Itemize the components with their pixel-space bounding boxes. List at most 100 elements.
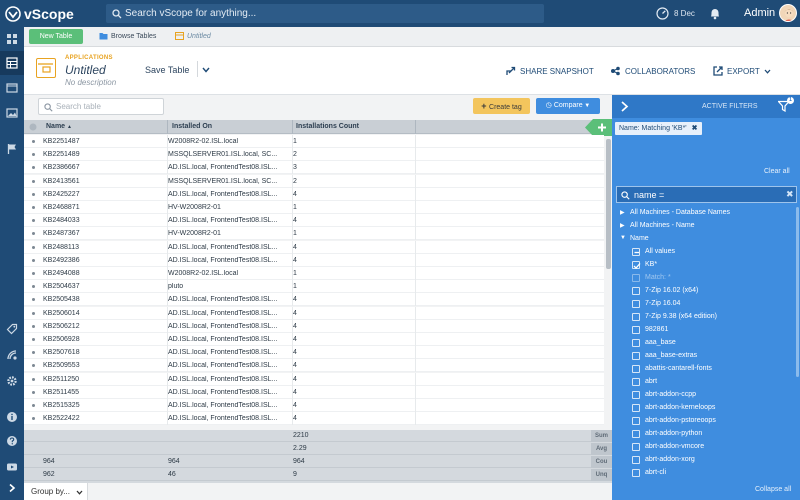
avatar[interactable]	[779, 4, 797, 22]
create-tag-button[interactable]: + Create tag	[473, 98, 530, 114]
filter-option[interactable]: abrt-addon-pstoreoops	[612, 415, 800, 428]
row-select-icon[interactable]	[32, 364, 35, 368]
filter-option[interactable]: abrt-addon-python	[612, 428, 800, 441]
table-row[interactable]: KB2522422 AD.ISL.local, FrontendTest08.IS…	[24, 412, 604, 426]
column-divider[interactable]	[292, 120, 293, 134]
checkbox[interactable]	[632, 456, 640, 464]
export-button[interactable]: EXPORT	[713, 66, 771, 76]
table-scrollbar[interactable]	[606, 139, 611, 269]
column-header-installed-on[interactable]: Installed On	[172, 123, 212, 130]
checkbox[interactable]	[632, 287, 640, 295]
filter-option[interactable]: KB*	[612, 259, 800, 272]
add-column-button[interactable]	[585, 119, 612, 136]
user-name[interactable]: Admin	[744, 7, 775, 19]
checkbox[interactable]	[632, 404, 640, 412]
aggregate-label[interactable]: Avg	[591, 443, 612, 455]
sidebar-item-tags[interactable]	[0, 317, 24, 341]
checkbox[interactable]	[632, 378, 640, 386]
page-title[interactable]: Untitled	[65, 63, 106, 77]
filter-group[interactable]: ▶ All Machines - Name	[612, 220, 800, 233]
row-select-icon[interactable]	[32, 311, 35, 315]
select-all-checkbox[interactable]	[29, 123, 37, 131]
table-row[interactable]: KB2251489 MSSQLSERVER01.ISL.local, SC... 2	[24, 148, 604, 162]
filter-option[interactable]: 982861	[612, 324, 800, 337]
filter-option[interactable]: abattis-cantarell-fonts	[612, 363, 800, 376]
row-select-icon[interactable]	[32, 166, 35, 170]
checkbox[interactable]	[632, 469, 640, 477]
aggregate-label[interactable]: Sum	[591, 430, 612, 442]
filter-option[interactable]: Match: *	[612, 272, 800, 285]
sidebar-item-flags[interactable]	[0, 137, 24, 161]
column-divider[interactable]	[167, 120, 168, 134]
checkbox[interactable]	[632, 430, 640, 438]
sidebar-item-tables[interactable]	[0, 51, 24, 75]
table-row[interactable]: KB2506928 AD.ISL.local, FrontendTest08.IS…	[24, 333, 604, 346]
checkbox[interactable]	[632, 274, 640, 282]
global-search-input[interactable]: Search vScope for anything...	[106, 4, 544, 23]
sidebar-item-settings[interactable]	[0, 369, 24, 393]
table-row[interactable]: KB2425227 AD.ISL.local, FrontendTest08.IS…	[24, 187, 604, 201]
checkbox[interactable]	[632, 417, 640, 425]
sidebar-item-dashboards[interactable]	[0, 27, 24, 51]
active-filter-chip[interactable]: Name: Matching 'KB*' ✖	[615, 122, 702, 135]
table-row[interactable]: KB2488113 AD.ISL.local, FrontendTest08.IS…	[24, 240, 604, 254]
collaborators-button[interactable]: COLLABORATORS	[610, 66, 695, 76]
table-row[interactable]: KB2487367 HV-W2008R2-01 1	[24, 227, 604, 241]
tab-browse-tables[interactable]: Browse Tables	[99, 32, 156, 40]
sidebar-expand-button[interactable]	[0, 476, 24, 500]
sidebar-item-info[interactable]	[0, 405, 24, 429]
row-select-icon[interactable]	[32, 324, 35, 328]
filter-option[interactable]: All values	[612, 246, 800, 259]
filter-group[interactable]: ▼ Name	[612, 233, 800, 246]
checkbox[interactable]	[632, 391, 640, 399]
row-select-icon[interactable]	[32, 192, 35, 196]
checkbox[interactable]	[632, 300, 640, 308]
new-table-button[interactable]: New Table	[29, 29, 83, 44]
table-row[interactable]: KB2505438 AD.ISL.local, FrontendTest08.IS…	[24, 293, 604, 307]
aggregate-label[interactable]: Cou	[591, 456, 612, 468]
filter-option[interactable]: abrt-cli	[612, 467, 800, 480]
row-select-icon[interactable]	[32, 232, 35, 236]
page-description[interactable]: No description	[65, 78, 116, 87]
checkbox[interactable]	[632, 352, 640, 360]
gauge-icon[interactable]	[656, 7, 669, 20]
row-select-icon[interactable]	[32, 153, 35, 157]
sidebar-item-discovery[interactable]	[0, 343, 24, 367]
checkbox[interactable]	[632, 339, 640, 347]
table-row[interactable]: KB2506212 AD.ISL.local, FrontendTest08.IS…	[24, 319, 604, 333]
table-row[interactable]: KB2251487 W2008R2-02.ISL.local 1	[24, 135, 604, 148]
save-table-button[interactable]: Save Table	[145, 65, 189, 75]
table-row[interactable]: KB2509553 AD.ISL.local, FrontendTest08.IS…	[24, 359, 604, 373]
chevron-down-icon[interactable]	[202, 67, 210, 73]
table-row[interactable]: KB2492386 AD.ISL.local, FrontendTest08.IS…	[24, 253, 604, 267]
table-row[interactable]: KB2507618 AD.ISL.local, FrontendTest08.IS…	[24, 346, 604, 360]
row-select-icon[interactable]	[32, 140, 35, 143]
collapse-panel-button[interactable]	[620, 101, 629, 112]
filter-search-input[interactable]: name = ✖	[616, 186, 797, 203]
filter-option[interactable]: abrt-addon-ccpp	[612, 389, 800, 402]
sidebar-item-windows[interactable]	[0, 76, 24, 100]
collapse-all-button[interactable]: Collapse all	[755, 486, 791, 493]
row-select-icon[interactable]	[32, 258, 35, 262]
filter-option[interactable]: aaa_base-extras	[612, 350, 800, 363]
filter-group[interactable]: ▶ All Machines - Database Names	[612, 207, 800, 220]
checkbox[interactable]	[632, 326, 640, 334]
row-select-icon[interactable]	[32, 390, 35, 394]
row-select-icon[interactable]	[32, 285, 35, 289]
filter-option[interactable]: 7-Zip 9.38 (x64 edition)	[612, 311, 800, 324]
table-row[interactable]: KB2484033 AD.ISL.local, FrontendTest08.IS…	[24, 214, 604, 228]
row-select-icon[interactable]	[32, 206, 35, 209]
table-row[interactable]: KB2506014 AD.ISL.local, FrontendTest08.IS…	[24, 306, 604, 320]
table-row[interactable]: KB2413561 MSSQLSERVER01.ISL.local, SC... 2	[24, 174, 604, 188]
table-row[interactable]: KB2504637 pluto 1	[24, 280, 604, 294]
table-row[interactable]: KB2386667 AD.ISL.local, FrontendTest08.IS…	[24, 161, 604, 175]
filter-option[interactable]: 7-Zip 16.04	[612, 298, 800, 311]
checkbox[interactable]	[632, 261, 641, 269]
row-select-icon[interactable]	[32, 417, 35, 421]
table-row[interactable]: KB2511250 AD.ISL.local, FrontendTest08.IS…	[24, 372, 604, 386]
share-snapshot-button[interactable]: SHARE SNAPSHOT	[506, 66, 594, 76]
column-header-name[interactable]: Name ▲	[46, 123, 72, 130]
row-select-icon[interactable]	[32, 298, 35, 302]
aggregate-label[interactable]: Unq	[591, 469, 612, 481]
checkbox[interactable]	[632, 248, 640, 256]
